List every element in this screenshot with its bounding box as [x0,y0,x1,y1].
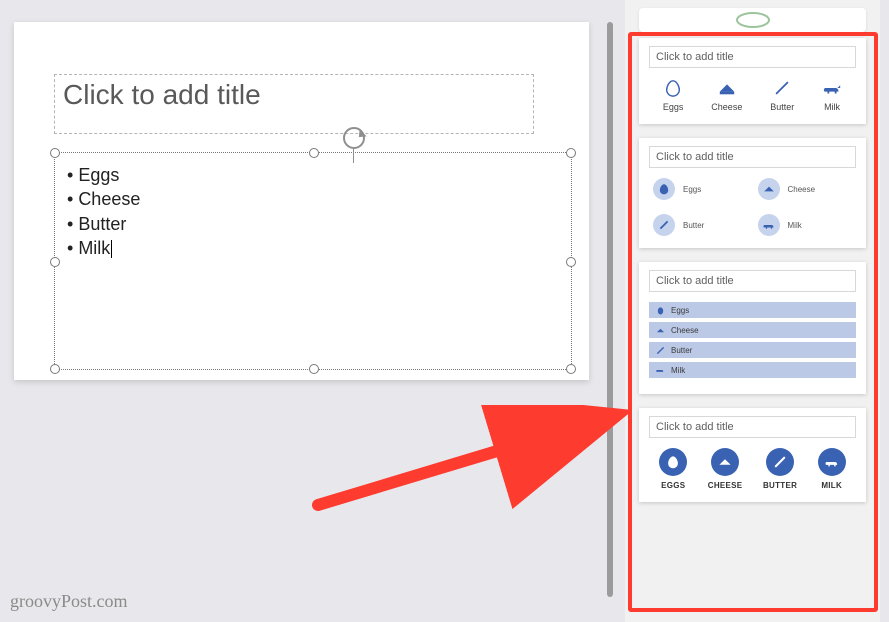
design-thumb-partial[interactable] [639,8,866,32]
title-placeholder[interactable]: Click to add title [54,74,534,134]
design-thumb-1[interactable]: Click to add title Eggs Cheese Butter Mi… [639,38,866,124]
cheese-icon [655,325,665,335]
thumb1-item: Butter [770,78,794,112]
thumb2-label: Cheese [788,185,816,194]
thumb3-label: Milk [671,366,685,375]
bullet-item[interactable]: Butter [67,212,559,236]
thumb3-label: Cheese [671,326,699,335]
thumb4-label: EGGS [661,481,685,490]
egg-icon [663,78,683,98]
panel-scrollbar[interactable] [607,22,613,597]
butter-icon [766,448,794,476]
thumb4-label: CHEESE [708,481,743,490]
thumb-title-placeholder: Click to add title [649,416,856,438]
annotation-arrow-icon [310,405,630,515]
text-cursor [111,240,112,258]
thumb3-bar: Milk [649,362,856,378]
bullet-item[interactable]: Milk [67,236,559,260]
thumb1-item: Cheese [711,78,742,112]
resize-handle-ne[interactable] [566,148,576,158]
egg-icon [655,305,665,315]
bullet-item[interactable]: Eggs [67,163,559,187]
butter-icon [772,78,792,98]
content-placeholder[interactable]: Eggs Cheese Butter Milk [54,152,572,370]
thumb3-bar: Butter [649,342,856,358]
design-ideas-panel: Click to add title Eggs Cheese Butter Mi… [625,0,880,622]
cheese-icon [717,78,737,98]
thumb2-item: Butter [653,214,748,236]
thumb3-bar: Eggs [649,302,856,318]
design-thumb-4[interactable]: Click to add title EGGS CHEESE BUTTER MI… [639,408,866,502]
thumb2-label: Milk [788,221,802,230]
thumb-title-placeholder: Click to add title [649,270,856,292]
thumb-title-placeholder: Click to add title [649,46,856,68]
thumb1-label: Milk [824,102,840,112]
thumb4-item: BUTTER [763,448,797,490]
resize-handle-nw[interactable] [50,148,60,158]
cow-icon [818,448,846,476]
thumb1-label: Eggs [663,102,684,112]
resize-handle-n[interactable] [309,148,319,158]
thumb4-label: BUTTER [763,481,797,490]
cow-icon [822,78,842,98]
cow-icon [655,365,665,375]
watermark-text: groovyPost.com [10,591,128,612]
cheese-icon [711,448,739,476]
design-thumb-3[interactable]: Click to add title Eggs Cheese Butter Mi… [639,262,866,394]
resize-handle-s[interactable] [309,364,319,374]
thumb4-item: MILK [818,448,846,490]
thumb2-item: Eggs [653,178,748,200]
title-placeholder-text: Click to add title [63,79,261,111]
thumb1-label: Butter [770,102,794,112]
bullet-text: Cheese [78,189,140,209]
rotate-stem [353,149,354,163]
thumb2-item: Milk [758,214,853,236]
resize-handle-se[interactable] [566,364,576,374]
butter-icon [653,214,675,236]
slide-canvas[interactable]: Click to add title Eggs Cheese Butter Mi… [14,22,589,380]
resize-handle-sw[interactable] [50,364,60,374]
bullet-item[interactable]: Cheese [67,187,559,211]
thumb2-item: Cheese [758,178,853,200]
bullet-text: Milk [78,238,110,258]
bullet-text: Eggs [78,165,119,185]
thumb4-label: MILK [821,481,842,490]
thumb4-item: EGGS [659,448,687,490]
thumb-title-placeholder: Click to add title [649,146,856,168]
thumb1-item: Milk [822,78,842,112]
thumb2-label: Butter [683,221,704,230]
thumb3-label: Butter [671,346,692,355]
butter-icon [655,345,665,355]
egg-icon [653,178,675,200]
thumb4-item: CHEESE [708,448,743,490]
cheese-icon [758,178,780,200]
thumb1-label: Cheese [711,102,742,112]
egg-icon [659,448,687,476]
thumb3-label: Eggs [671,306,689,315]
design-thumb-2[interactable]: Click to add title Eggs Cheese Butter Mi… [639,138,866,248]
resize-handle-e[interactable] [566,257,576,267]
resize-handle-w[interactable] [50,257,60,267]
bullet-text: Butter [78,214,126,234]
cow-icon [758,214,780,236]
thumb2-label: Eggs [683,185,701,194]
thumb1-item: Eggs [663,78,684,112]
thumb3-bar: Cheese [649,322,856,338]
rotate-handle-icon[interactable] [343,127,365,149]
